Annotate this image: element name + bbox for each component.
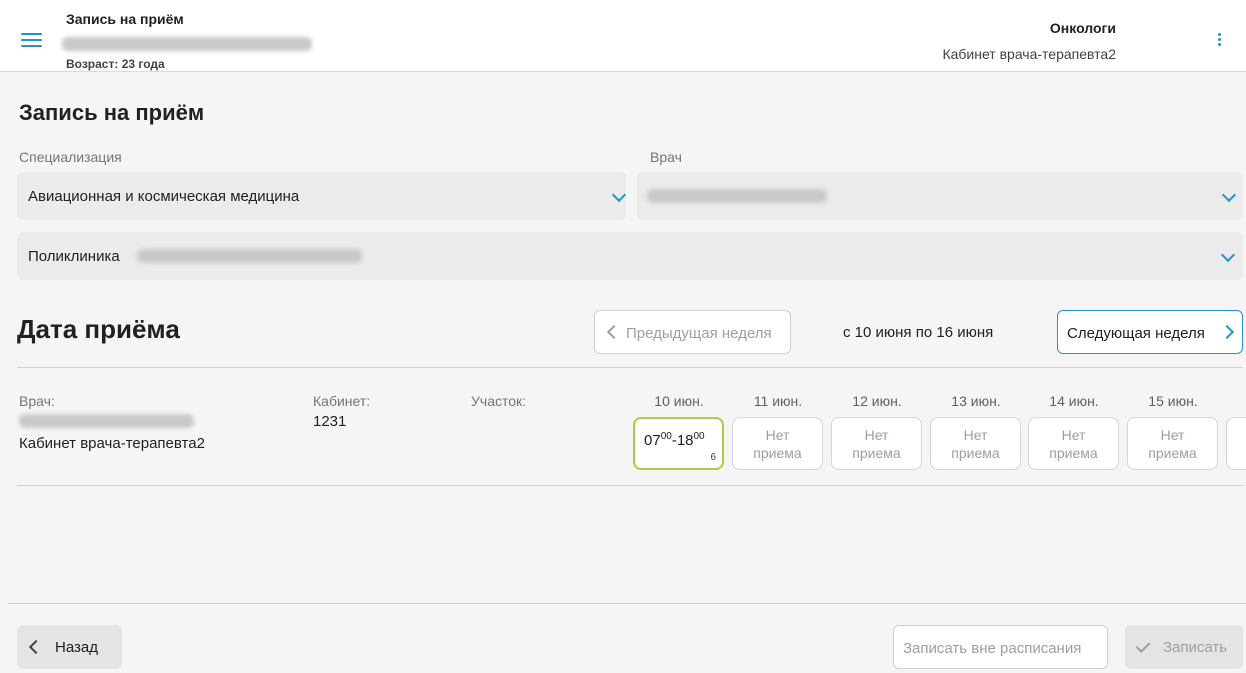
day-header: 10 июн. [654, 393, 704, 409]
room-number: 1231 [313, 413, 347, 430]
clinic-value: Поликлиника [28, 248, 120, 265]
page-title: Запись на приём [19, 100, 205, 125]
chevron-left-icon [28, 639, 44, 655]
patient-age: Возраст: 23 года [66, 57, 165, 71]
area-col-header: Участок: [471, 393, 527, 409]
specialization-label: Специализация [19, 149, 122, 165]
book-outside-label: Записать вне расписания [903, 640, 1082, 657]
specialization-select[interactable]: Авиационная и космическая медицина [17, 172, 627, 220]
day-header: 13 июн. [951, 393, 1001, 409]
next-week-button[interactable]: Следующая неделя [1057, 310, 1243, 354]
doctor-name-redacted [19, 414, 194, 428]
patient-name-redacted [62, 37, 312, 51]
previous-week-button[interactable]: Предыдущая неделя [594, 310, 791, 354]
chevron-right-icon [1219, 324, 1235, 340]
no-slot: Нет приема [930, 417, 1021, 470]
doctor-select[interactable] [637, 172, 1243, 220]
chevron-down-icon [1220, 247, 1236, 263]
time-slot[interactable]: 0700-1800 6 [633, 417, 724, 470]
book-button[interactable]: Записать [1125, 625, 1243, 669]
no-slot: Нет приема [732, 417, 823, 470]
slot-time: 0700-1800 [644, 431, 705, 449]
day-header: 14 июн. [1049, 393, 1099, 409]
week-range: с 10 июня по 16 июня [843, 324, 994, 341]
chevron-down-icon [611, 187, 627, 203]
specialization-value: Авиационная и космическая медицина [28, 188, 300, 205]
date-section-title: Дата приёма [17, 314, 180, 344]
divider [17, 367, 1243, 368]
day-header: 11 июн. [753, 393, 803, 409]
back-label: Назад [55, 639, 98, 656]
chevron-left-icon [606, 324, 622, 340]
no-slot: Нет приема [1028, 417, 1119, 470]
check-icon [1135, 638, 1151, 653]
previous-week-label: Предыдущая неделя [626, 325, 772, 342]
top-bar: Запись на приём Возраст: 23 года Онколог… [0, 0, 1246, 72]
day-header: 15 июн. [1148, 393, 1198, 409]
menu-icon[interactable] [21, 33, 42, 47]
footer-divider [8, 603, 1246, 604]
doctor-label: Врач [650, 149, 682, 165]
divider [17, 485, 1243, 486]
book-label: Записать [1163, 639, 1228, 656]
back-button[interactable]: Назад [17, 625, 122, 669]
header-org: Онкологи [1049, 20, 1116, 36]
header-title: Запись на приём [66, 11, 184, 27]
slot-count: 6 [710, 452, 716, 463]
more-vert-icon[interactable] [1216, 33, 1222, 49]
doctor-value-redacted [647, 189, 827, 203]
header-room: Кабинет врача-терапевта2 [942, 46, 1116, 62]
room-name: Кабинет врача-терапевта2 [19, 435, 205, 452]
no-slot-partial [1226, 417, 1246, 470]
no-slot: Нет приема [831, 417, 922, 470]
next-week-label: Следующая неделя [1067, 325, 1205, 342]
clinic-name-redacted [137, 249, 362, 263]
doctor-col-header: Врач: [19, 393, 55, 409]
chevron-down-icon [1221, 187, 1237, 203]
room-col-header: Кабинет: [313, 393, 371, 409]
book-outside-schedule-button[interactable]: Записать вне расписания [893, 625, 1108, 669]
no-slot: Нет приема [1127, 417, 1218, 470]
clinic-select[interactable]: Поликлиника [17, 232, 1243, 280]
day-header: 12 июн. [852, 393, 902, 409]
